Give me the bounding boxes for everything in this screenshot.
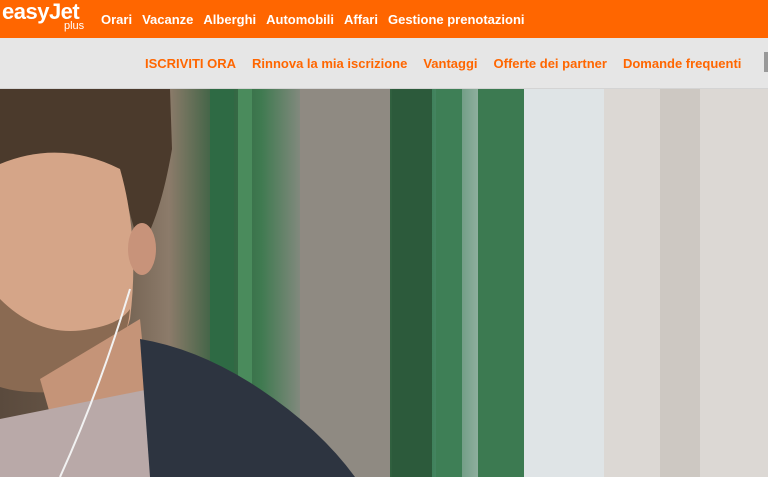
- main-navigation: Orari Vacanze Alberghi Automobili Affari…: [96, 0, 530, 38]
- nav-vacanze[interactable]: Vacanze: [142, 12, 193, 27]
- sub-header: ISCRIVITI ORA Rinnova la mia iscrizione …: [0, 38, 768, 89]
- plus-navigation: ISCRIVITI ORA Rinnova la mia iscrizione …: [137, 38, 749, 88]
- subnav-rinnova-iscrizione[interactable]: Rinnova la mia iscrizione: [252, 56, 407, 71]
- scroll-edge-indicator: [764, 52, 768, 72]
- top-header: easyJet plus Orari Vacanze Alberghi Auto…: [0, 0, 768, 38]
- nav-automobili[interactable]: Automobili: [266, 12, 334, 27]
- nav-orari[interactable]: Orari: [101, 12, 132, 27]
- nav-affari[interactable]: Affari: [344, 12, 378, 27]
- hero-image: [0, 89, 768, 477]
- logo-subtitle: plus: [64, 20, 85, 32]
- subnav-domande-frequenti[interactable]: Domande frequenti: [623, 56, 741, 71]
- subnav-iscriviti-ora[interactable]: ISCRIVITI ORA: [145, 56, 236, 71]
- subnav-offerte-partner[interactable]: Offerte dei partner: [494, 56, 607, 71]
- hero-photo-illustration: [0, 89, 768, 477]
- nav-gestione-prenotazioni[interactable]: Gestione prenotazioni: [388, 12, 525, 27]
- subnav-vantaggi[interactable]: Vantaggi: [423, 56, 477, 71]
- nav-alberghi[interactable]: Alberghi: [203, 12, 256, 27]
